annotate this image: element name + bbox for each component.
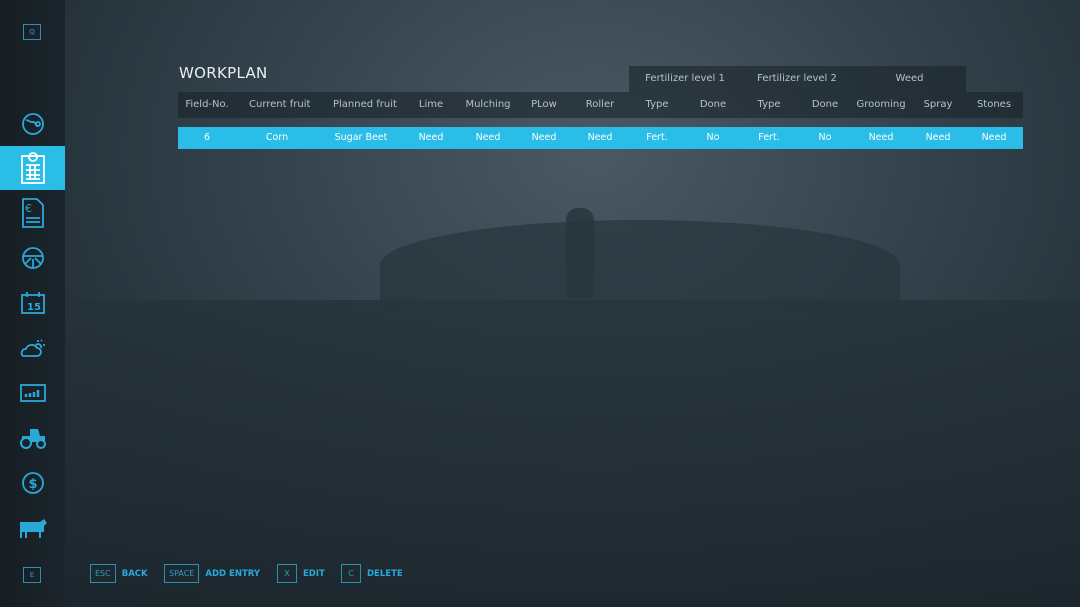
table-cell: Need (981, 132, 1007, 143)
weather-icon (20, 339, 45, 357)
column-header: Type (757, 99, 781, 110)
column-header: Done (811, 99, 839, 110)
sidebar-item-tractor[interactable] (0, 416, 65, 460)
table-cell: Need (587, 132, 613, 143)
column-header: Field-No. (185, 99, 229, 110)
column-header: Spray (923, 99, 953, 110)
table-cell: Need (475, 132, 501, 143)
group-fertilizer-level-2: Fertilizer level 2 (757, 73, 837, 84)
column-header: Stones (976, 99, 1012, 110)
key-c: C (341, 564, 361, 583)
svg-text:$: $ (28, 477, 37, 492)
sidebar-item-workplan[interactable] (0, 146, 65, 190)
sidebar-item-finance-dollar[interactable]: $ (0, 461, 65, 505)
sidebar-item-vehicles[interactable] (0, 236, 65, 280)
statistics-icon (19, 384, 46, 402)
table-cell: Need (531, 132, 557, 143)
delete-button[interactable]: C DELETE (341, 564, 403, 583)
table-cell: Need (868, 132, 894, 143)
sidebar-item-weather[interactable] (0, 326, 65, 370)
page-title: WORKPLAN (179, 64, 268, 82)
table-cell: Corn (265, 132, 289, 143)
table-cell: Need (925, 132, 951, 143)
group-fertilizer-level-1: Fertilizer level 1 (645, 73, 725, 84)
finances-document-icon: € (21, 198, 44, 228)
calendar-day: 15 (27, 302, 41, 313)
add-entry-button[interactable]: SPACE ADD ENTRY (164, 564, 260, 583)
table-cell: Fert. (646, 132, 668, 143)
column-header: Lime (418, 99, 444, 110)
column-header: Done (699, 99, 727, 110)
table-cell: Sugar Beet (334, 132, 388, 143)
steering-wheel-icon (21, 247, 44, 269)
dollar-icon: $ (21, 472, 44, 494)
edit-label: EDIT (303, 568, 325, 579)
sidebar-item-statistics[interactable] (0, 371, 65, 415)
back-button[interactable]: ESC BACK (90, 564, 148, 583)
sidebar-item-calendar[interactable]: 15 (0, 281, 65, 325)
back-label: BACK (121, 568, 148, 579)
map-globe-icon (21, 113, 44, 135)
sidebar-item-animals[interactable] (0, 506, 65, 550)
workplan-clipboard-icon (20, 152, 45, 184)
sidebar: Q € 15 $ E (0, 0, 65, 607)
calendar-icon: 15 (20, 292, 45, 314)
cow-icon (19, 519, 47, 538)
sidebar-item-finances[interactable]: € (0, 191, 65, 235)
tractor-icon (19, 429, 46, 449)
table-cell: No (706, 132, 720, 143)
background-field (65, 300, 1080, 607)
column-header: Roller (585, 99, 615, 110)
key-hint-e[interactable]: E (23, 567, 41, 583)
column-header: PLow (531, 99, 557, 110)
table-cell: Need (418, 132, 444, 143)
table-cell: 6 (203, 132, 211, 143)
column-header: Current fruit (249, 99, 311, 110)
table-cell: No (818, 132, 832, 143)
key-hint-q[interactable]: Q (23, 24, 41, 40)
column-header: Planned fruit (333, 99, 397, 110)
key-space: SPACE (164, 564, 200, 583)
background-silo (566, 208, 594, 298)
svg-text:€: € (25, 202, 32, 215)
delete-label: DELETE (367, 568, 403, 579)
sidebar-item-map[interactable] (0, 102, 65, 146)
column-header: Type (645, 99, 669, 110)
column-header: Grooming (856, 99, 906, 110)
column-header: Mulching (465, 99, 511, 110)
key-x: X (277, 564, 297, 583)
add-entry-label: ADD ENTRY (205, 568, 260, 579)
key-esc: ESC (90, 564, 116, 583)
table-cell: Fert. (758, 132, 780, 143)
group-weed: Weed (895, 73, 924, 84)
edit-button[interactable]: X EDIT (277, 564, 325, 583)
background-treeline (380, 220, 900, 310)
